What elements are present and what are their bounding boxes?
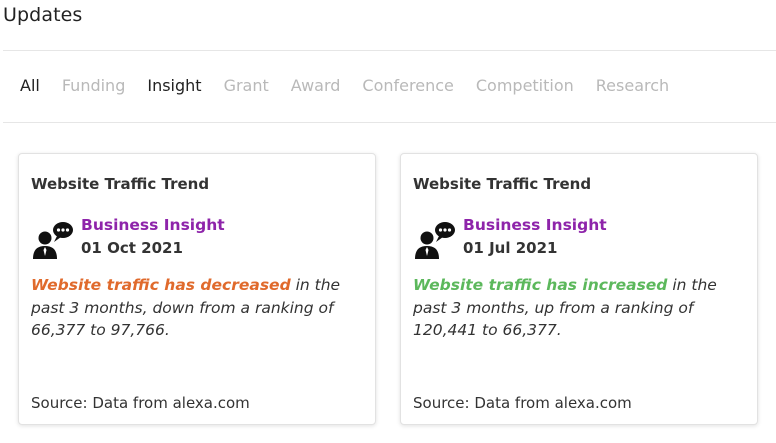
insight-highlight: Website traffic has increased <box>413 276 668 294</box>
tab-research[interactable]: Research <box>596 76 669 95</box>
business-insight-icon <box>33 222 73 259</box>
source-note: Source: Data from alexa.com <box>31 394 250 412</box>
tab-grant[interactable]: Grant <box>224 76 269 95</box>
update-card[interactable]: Website Traffic Trend Business Insight 0… <box>400 153 758 425</box>
insight-type: Business Insight <box>81 216 225 234</box>
tabs-divider <box>3 122 776 123</box>
insight-highlight: Website traffic has decreased <box>31 276 291 294</box>
tab-conference[interactable]: Conference <box>362 76 453 95</box>
card-title: Website Traffic Trend <box>31 175 210 193</box>
tab-funding[interactable]: Funding <box>62 76 126 95</box>
source-note: Source: Data from alexa.com <box>413 394 632 412</box>
tab-all[interactable]: All <box>20 76 40 95</box>
update-card[interactable]: Website Traffic Trend Business Insight 0… <box>18 153 376 425</box>
category-tabs: All Funding Insight Grant Award Conferen… <box>20 76 691 95</box>
tab-insight[interactable]: Insight <box>147 76 201 95</box>
updates-page: Updates All Funding Insight Grant Award … <box>0 0 776 443</box>
card-title: Website Traffic Trend <box>413 175 592 193</box>
business-insight-icon <box>415 222 455 259</box>
insight-text: Website traffic has increased in the pas… <box>413 274 749 342</box>
insight-type: Business Insight <box>463 216 607 234</box>
insight-date: 01 Oct 2021 <box>81 239 183 257</box>
tab-competition[interactable]: Competition <box>476 76 574 95</box>
header-divider <box>3 50 776 51</box>
insight-text: Website traffic has decreased in the pas… <box>31 274 367 342</box>
page-title: Updates <box>3 4 83 26</box>
insight-date: 01 Jul 2021 <box>463 239 558 257</box>
tab-award[interactable]: Award <box>291 76 341 95</box>
